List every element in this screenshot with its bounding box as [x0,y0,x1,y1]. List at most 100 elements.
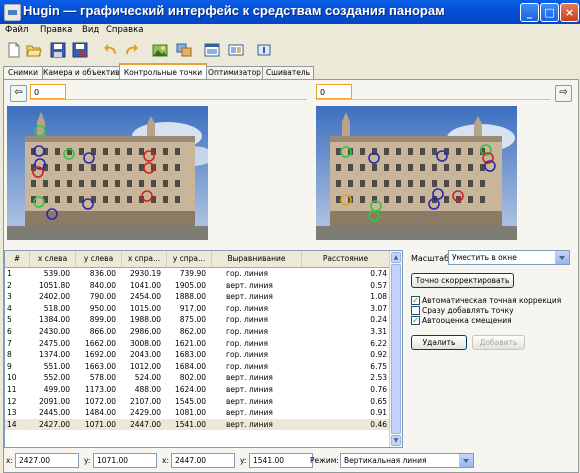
menu-file[interactable]: Файл [5,25,28,35]
scale-value: Уместить в окне [452,253,517,262]
col-distance[interactable]: Расстояние [302,251,390,267]
preview-icon[interactable] [204,42,220,58]
table-row[interactable]: 11 499.00 1173.00 488.00 1624.00 верт. линия 0… [5,384,390,395]
undo-icon[interactable] [102,42,118,58]
right-image-selector[interactable]: 0 [316,84,352,99]
tab-stitcher[interactable]: Сшиватель [262,66,314,79]
coordinates-bar: x: 2427.00 y: 1071.00 x: 2447.00 y: 1541… [0,450,580,471]
right-image-view[interactable] [316,106,517,240]
info-icon[interactable] [256,42,272,58]
menu-view[interactable]: Вид [82,25,99,35]
table-cell: 578.00 [89,373,116,383]
auto-fine-tune-label: Автоматическая точная коррекция [422,296,562,305]
table-cell: 1051.80 [38,280,70,290]
table-cell: 840.00 [89,280,116,290]
redo-icon[interactable] [124,42,140,58]
add-point-checkbox[interactable] [411,306,420,315]
open-icon[interactable] [26,42,42,58]
table-cell: 802.00 [179,373,206,383]
next-image-button[interactable]: ⇨ [555,85,572,102]
table-cell: 1683.00 [174,350,206,360]
auto-fine-tune-checkbox[interactable]: ✓ [411,296,420,305]
tab-images[interactable]: Снимки [3,66,43,79]
table-cell: 0.65 [370,396,387,406]
table-row[interactable]: 8 1374.00 1692.00 2043.00 1683.00 гор. линия 0… [5,349,390,360]
tab-optimizer[interactable]: Оптимизатор [206,66,263,79]
table-row[interactable]: 3 2402.00 790.00 2454.00 1888.00 верт. линия 1… [5,291,390,302]
save-as-icon[interactable] [72,42,88,58]
table-cell: 2930.19 [129,269,161,278]
table-cell: 552.00 [43,373,70,383]
col-y-left[interactable]: y слева [76,251,122,267]
chevron-down-icon[interactable] [459,454,473,467]
table-cell: 2454.00 [129,292,161,302]
table-row[interactable]: 6 2430.00 866.00 2986.00 862.00 гор. линия 3.3… [5,326,390,337]
align-icon[interactable] [176,42,192,58]
table-row[interactable]: 4 518.00 950.00 1015.00 917.00 гор. линия 3.07 [5,303,390,314]
table-cell: 0.57 [370,280,387,290]
scroll-down-button[interactable]: ▼ [391,435,401,446]
auto-shift-checkbox[interactable]: ✓ [411,316,420,325]
menu-bar: Файл Правка Вид Справка [0,24,580,38]
fine-tune-button[interactable]: Точно скорректировать [411,273,514,288]
x-right-field[interactable]: 2447.00 [171,453,235,468]
table-cell: 0.91 [370,408,387,418]
col-index[interactable]: # [5,251,30,267]
table-cell: 5 [7,315,12,325]
left-image-selector[interactable]: 0 [30,84,66,99]
y-right-field[interactable]: 1541.00 [249,453,313,468]
mode-value: Вертикальная линия [344,456,427,465]
table-row[interactable]: 1 539.00 836.00 2930.19 739.90 гор. линия 0.74 [5,268,390,279]
minimize-button[interactable]: _ [520,3,539,22]
table-row[interactable]: 2 1051.80 840.00 1041.00 1905.00 верт. линия 0… [5,280,390,291]
table-cell: верт. линия [226,396,273,406]
table-cell: 2986.00 [129,327,161,336]
add-button[interactable]: Добавить [472,335,525,350]
chevron-down-icon[interactable] [555,251,569,264]
table-cell: 14 [7,419,17,429]
menu-edit[interactable]: Правка [40,25,72,35]
fast-preview-icon[interactable] [228,42,244,58]
scale-select[interactable]: Уместить в окне [448,250,570,265]
y-left-field[interactable]: 1071.00 [93,453,157,468]
scroll-up-button[interactable]: ▲ [391,252,401,263]
table-cell: 539.00 [43,269,70,278]
col-y-right[interactable]: y спра... [167,251,212,267]
table-row[interactable]: 14 2427.00 1071.00 2447.00 1541.00 верт. лини… [5,418,390,430]
save-icon[interactable] [50,42,66,58]
x-left-field[interactable]: 2427.00 [15,453,79,468]
table-row[interactable]: 12 2091.00 1072.00 2107.00 1545.00 верт. лини… [5,396,390,407]
scroll-thumb[interactable] [391,264,401,434]
col-x-right[interactable]: x спра... [122,251,167,267]
table-cell: 1384.00 [38,315,70,325]
table-cell: 899.00 [89,315,116,325]
table-row[interactable]: 5 1384.00 899.00 1988.00 875.00 гор. линия 0.2… [5,314,390,325]
table-cell: 950.00 [89,303,116,313]
col-x-left[interactable]: x слева [30,251,76,267]
table-row[interactable]: 10 552.00 578.00 524.00 802.00 верт. линия 2.5… [5,372,390,383]
left-tab-line [30,99,307,100]
new-project-icon[interactable] [6,42,22,58]
table-cell: 2.53 [370,373,387,383]
menu-help[interactable]: Справка [106,25,143,35]
maximize-button[interactable]: □ [540,3,559,22]
table-row[interactable]: 13 2445.00 1484.00 2429.00 1081.00 верт. лини… [5,407,390,418]
table-cell: гор. линия [226,350,269,360]
tab-camera-lens[interactable]: Камера и объектив [42,66,120,79]
load-images-icon[interactable] [152,42,168,58]
table-cell: 551.00 [43,361,70,371]
table-row[interactable]: 9 551.00 1663.00 1012.00 1684.00 гор. линия 6.… [5,361,390,372]
table-cell: 2402.00 [38,292,70,302]
control-points-table[interactable]: # x слева y слева x спра... y спра... Вы… [4,250,403,448]
table-cell: 917.00 [179,303,206,313]
col-alignment[interactable]: Выравнивание [212,251,302,267]
table-scrollbar[interactable]: ▲ ▼ [389,251,402,447]
prev-image-button[interactable]: ⇦ [10,85,27,102]
close-button[interactable]: × [560,3,579,22]
mode-select[interactable]: Вертикальная линия [340,453,474,468]
delete-button[interactable]: Удалить [411,335,467,350]
left-image-view[interactable] [7,106,208,240]
table-cell: 1662.00 [84,338,116,348]
table-cell: 3.07 [370,303,387,313]
table-row[interactable]: 7 2475.00 1662.00 3008.00 1621.00 гор. линия 6… [5,338,390,349]
